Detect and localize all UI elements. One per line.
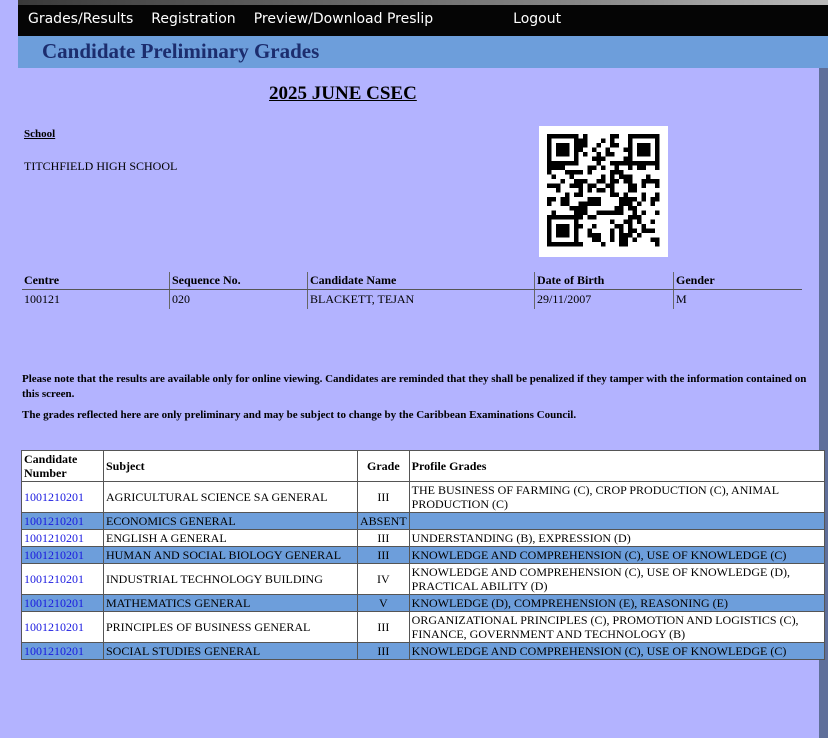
qr-code-image xyxy=(547,134,660,247)
candidate-number: 1001210201 xyxy=(21,481,104,513)
subject-header: Subject xyxy=(103,450,358,482)
candidate-number: 1001210201 xyxy=(21,529,104,547)
school-label: School xyxy=(24,128,56,140)
nav-menu: Grades/Results Registration Preview/Down… xyxy=(28,11,579,27)
table-row: 1001210201 AGRICULTURAL SCIENCE SA GENER… xyxy=(21,481,825,513)
notice-viewing: Please note that the results are availab… xyxy=(22,373,807,400)
gender-header: Gender xyxy=(673,272,802,290)
dob-value: 29/11/2007 xyxy=(534,289,674,309)
subject: ECONOMICS GENERAL xyxy=(103,512,358,530)
nav-logout[interactable]: Logout xyxy=(513,11,561,27)
centre-value: 100121 xyxy=(24,292,60,306)
grade: III xyxy=(357,611,410,643)
grade: IV xyxy=(357,563,410,595)
nav-registration[interactable]: Registration xyxy=(151,11,235,27)
subject: MATHEMATICS GENERAL xyxy=(103,594,358,612)
table-row: 1001210201 MATHEMATICS GENERAL V KNOWLED… xyxy=(21,594,825,612)
profile-grades: THE BUSINESS OF FARMING (C), CROP PRODUC… xyxy=(408,481,825,513)
table-row: 1001210201 INDUSTRIAL TECHNOLOGY BUILDIN… xyxy=(21,563,825,595)
subject: AGRICULTURAL SCIENCE SA GENERAL xyxy=(103,481,358,513)
sequence-value: 020 xyxy=(169,289,308,309)
header-banner-strip xyxy=(18,0,828,5)
top-navigation-bar: Grades/Results Registration Preview/Down… xyxy=(18,0,828,36)
profile-grades: KNOWLEDGE AND COMPREHENSION (C), USE OF … xyxy=(408,642,825,660)
candidate-info-header-row: Centre Sequence No. Candidate Name Date … xyxy=(22,272,802,290)
table-row: 1001210201 HUMAN AND SOCIAL BIOLOGY GENE… xyxy=(21,546,825,564)
candidate-name-header: Candidate Name xyxy=(307,272,535,290)
school-name: TITCHFIELD HIGH SCHOOL xyxy=(24,159,178,173)
candidate-number: 1001210201 xyxy=(21,594,104,612)
sequence-header: Sequence No. xyxy=(169,272,308,290)
candidate-number: 1001210201 xyxy=(21,642,104,660)
page-title: Candidate Preliminary Grades xyxy=(42,39,320,63)
profile-grades-header: Profile Grades xyxy=(408,450,825,482)
exam-title: 2025 JUNE CSEC xyxy=(269,83,417,104)
qr-code xyxy=(539,126,668,257)
grade: III xyxy=(357,529,410,547)
subject: INDUSTRIAL TECHNOLOGY BUILDING xyxy=(103,563,358,595)
grade: V xyxy=(357,594,410,612)
candidate-number-header: Candidate Number xyxy=(21,450,104,482)
grade: ABSENT xyxy=(357,512,410,530)
candidate-number: 1001210201 xyxy=(21,546,104,564)
nav-preview-download-preslip[interactable]: Preview/Download Preslip xyxy=(254,11,433,27)
profile-grades xyxy=(408,512,825,530)
candidate-number: 1001210201 xyxy=(21,563,104,595)
profile-grades: KNOWLEDGE (D), COMPREHENSION (E), REASON… xyxy=(408,594,825,612)
candidate-info-table: Centre Sequence No. Candidate Name Date … xyxy=(22,272,802,309)
subject: HUMAN AND SOCIAL BIOLOGY GENERAL xyxy=(103,546,358,564)
grades-table: Candidate Number Subject Grade Profile G… xyxy=(21,450,825,660)
dob-header: Date of Birth xyxy=(534,272,674,290)
subject: SOCIAL STUDIES GENERAL xyxy=(103,642,358,660)
page-title-bar: Candidate Preliminary Grades xyxy=(18,36,828,68)
grade-header: Grade xyxy=(357,450,410,482)
subject: PRINCIPLES OF BUSINESS GENERAL xyxy=(103,611,358,643)
grades-header-row: Candidate Number Subject Grade Profile G… xyxy=(21,450,825,482)
grade: III xyxy=(357,481,410,513)
gender-value: M xyxy=(673,289,802,309)
grade: III xyxy=(357,546,410,564)
subject: ENGLISH A GENERAL xyxy=(103,529,358,547)
grade: III xyxy=(357,642,410,660)
profile-grades: ORGANIZATIONAL PRINCIPLES (C), PROMOTION… xyxy=(408,611,825,643)
profile-grades: KNOWLEDGE AND COMPREHENSION (C), USE OF … xyxy=(408,546,825,564)
candidate-number: 1001210201 xyxy=(21,611,104,643)
table-row: 1001210201 SOCIAL STUDIES GENERAL III KN… xyxy=(21,642,825,660)
table-row: 1001210201 PRINCIPLES OF BUSINESS GENERA… xyxy=(21,611,825,643)
notice-preliminary: The grades reflected here are only preli… xyxy=(22,409,577,421)
notice-text: Please note that the results are availab… xyxy=(22,372,812,429)
centre-header: Centre xyxy=(22,272,170,290)
profile-grades: KNOWLEDGE AND COMPREHENSION (C), USE OF … xyxy=(408,563,825,595)
candidate-info-row: 100121 020 BLACKETT, TEJAN 29/11/2007 M xyxy=(22,289,802,309)
candidate-number: 1001210201 xyxy=(21,512,104,530)
table-row: 1001210201 ECONOMICS GENERAL ABSENT xyxy=(21,512,825,530)
profile-grades: UNDERSTANDING (B), EXPRESSION (D) xyxy=(408,529,825,547)
candidate-name-value: BLACKETT, TEJAN xyxy=(307,289,535,309)
nav-grades-results[interactable]: Grades/Results xyxy=(28,11,133,27)
table-row: 1001210201 ENGLISH A GENERAL III UNDERST… xyxy=(21,529,825,547)
